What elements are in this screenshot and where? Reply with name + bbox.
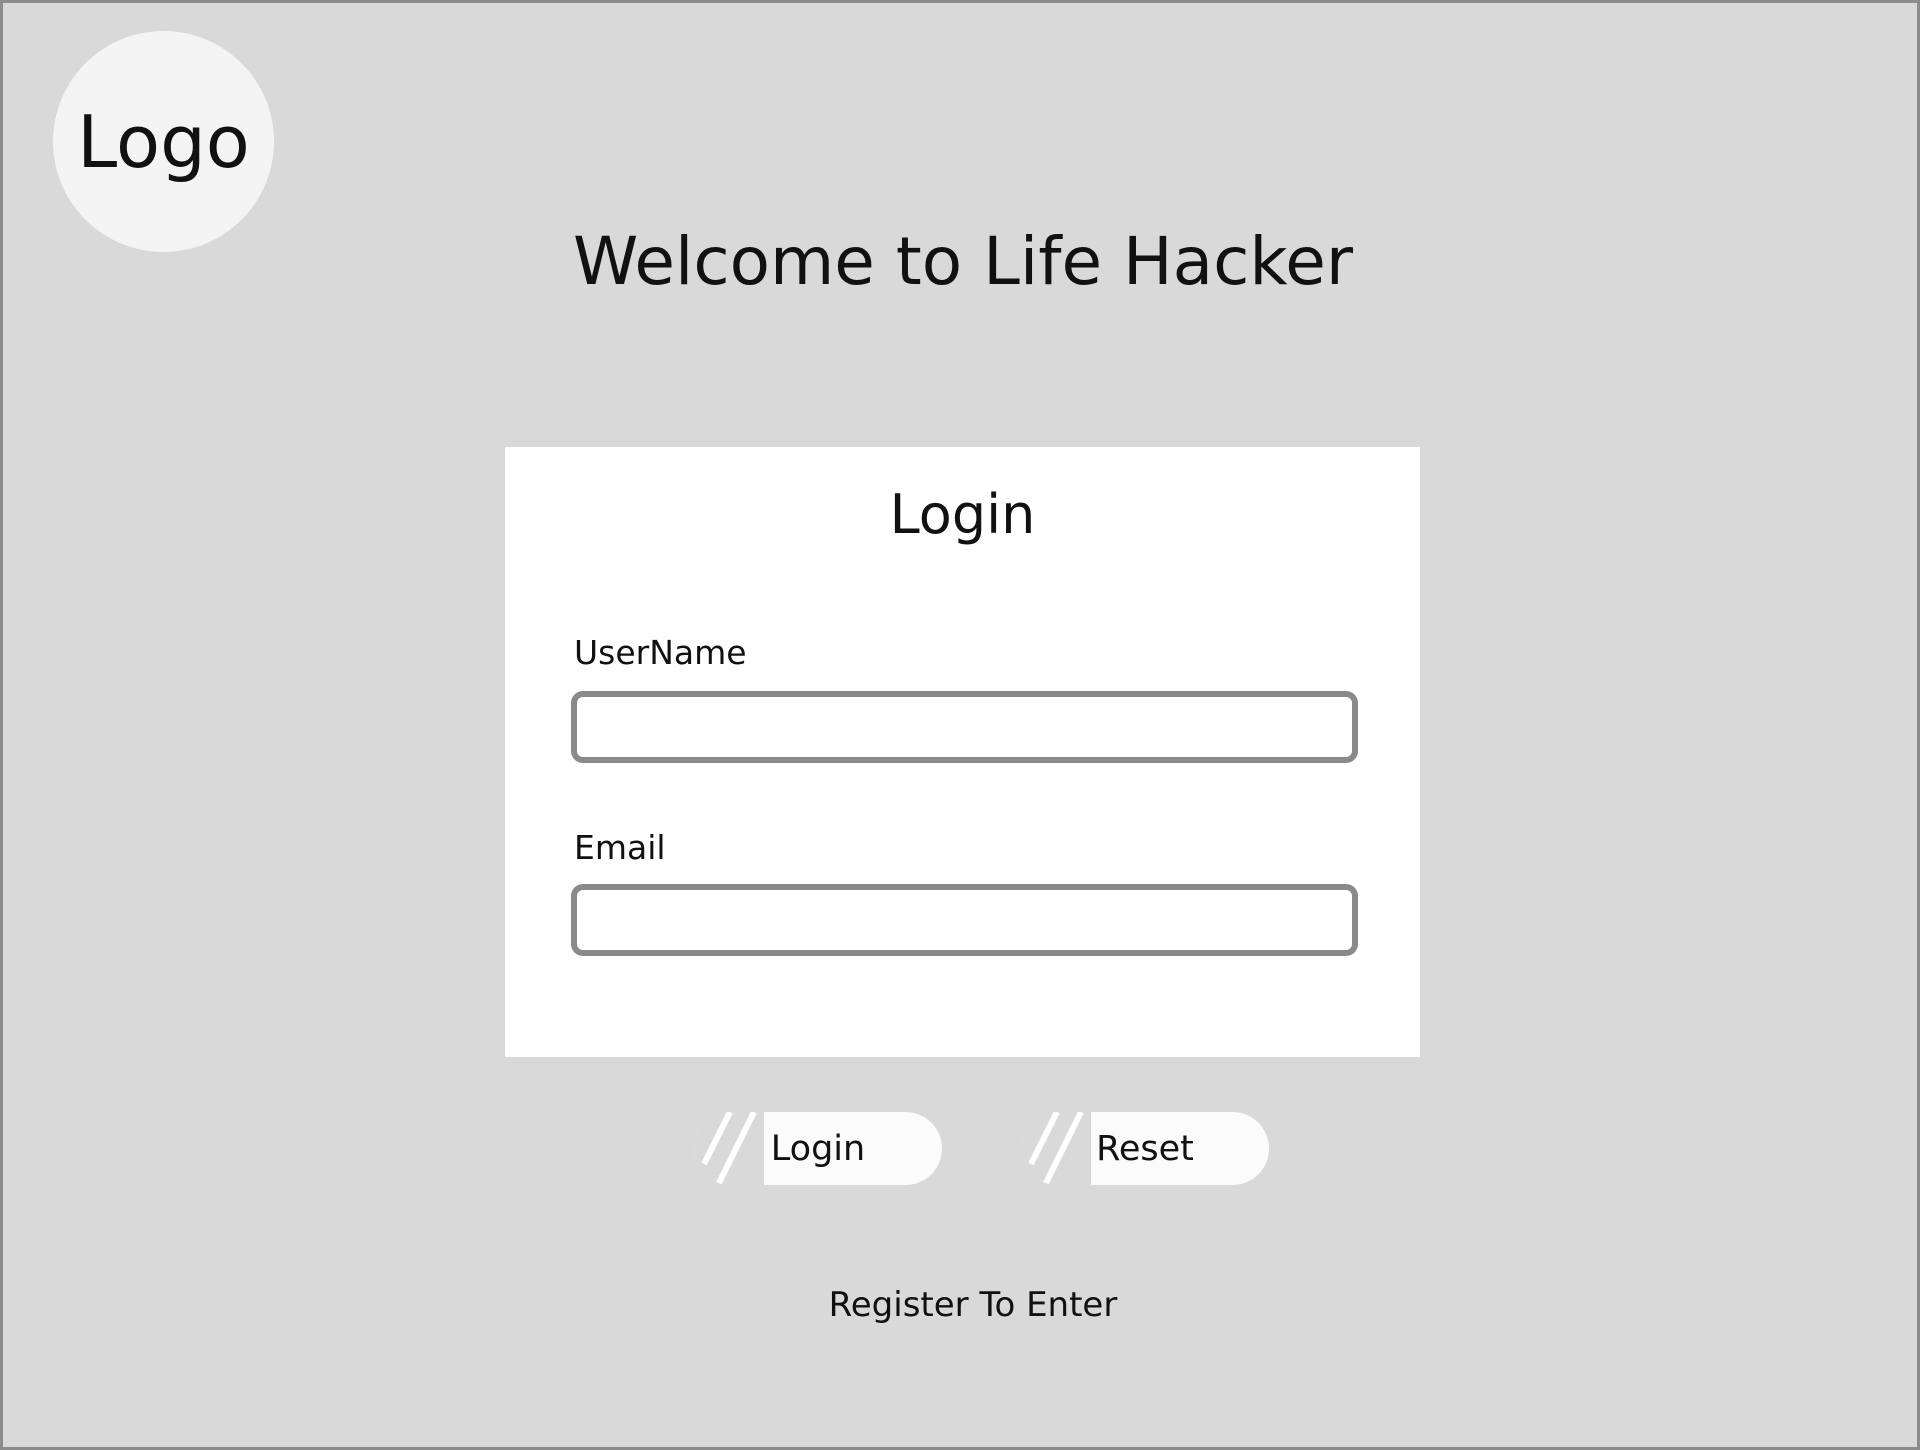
- email-label: Email: [574, 828, 666, 867]
- reset-button[interactable]: Reset: [1021, 1112, 1269, 1185]
- app-window: Logo Welcome to Life Hacker Login UserNa…: [0, 0, 1920, 1450]
- page-title: Welcome to Life Hacker: [572, 223, 1353, 300]
- logo: Logo: [53, 31, 274, 252]
- reset-button-label: Reset: [1096, 1128, 1194, 1169]
- login-card: Login UserName Email: [505, 447, 1420, 1057]
- email-input[interactable]: [571, 884, 1358, 956]
- username-label: UserName: [574, 633, 747, 672]
- login-card-title: Login: [889, 483, 1036, 546]
- username-input[interactable]: [571, 691, 1358, 763]
- logo-text: Logo: [77, 99, 250, 184]
- register-link[interactable]: Register To Enter: [3, 1285, 1920, 1325]
- stripe-decoration-icon: [694, 1112, 764, 1185]
- login-button-label: Login: [770, 1128, 866, 1169]
- login-button[interactable]: Login: [694, 1112, 942, 1185]
- stripe-decoration-icon: [1021, 1112, 1091, 1185]
